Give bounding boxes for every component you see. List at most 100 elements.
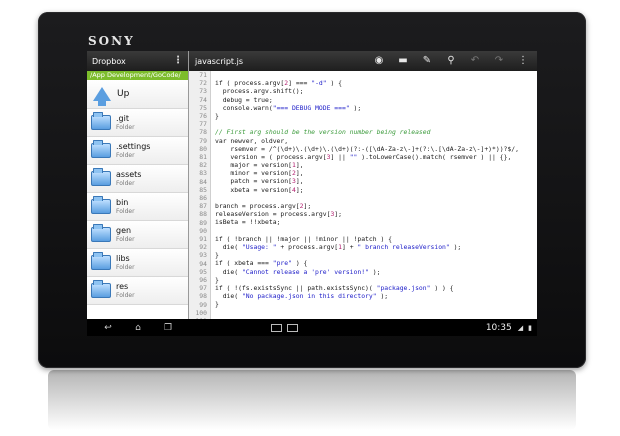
line-number: 90 (199, 226, 207, 235)
code-line[interactable]: } (215, 251, 537, 259)
list-item[interactable]: gen Folder (87, 221, 188, 249)
file-name: .git (116, 113, 129, 123)
quick-icons (271, 323, 303, 332)
tablet-reflection (48, 370, 576, 430)
recent-apps-icon[interactable]: ❐ (159, 323, 177, 333)
file-type: Folder (116, 263, 135, 271)
line-number: 98 (199, 292, 207, 301)
code-line[interactable] (215, 308, 537, 316)
code-line[interactable]: var newver, oldver, (215, 137, 537, 145)
editor-panel: javascript.js ◉ ▬ ✎ ⚲ ↶ ↷ ⋮ 71 72 73 74 75 76… (189, 51, 537, 319)
line-number: 82 (199, 161, 207, 170)
line-number: 77 (199, 120, 207, 129)
code-text[interactable]: if ( process.argv[2] === "-d" ) { proces… (211, 71, 537, 319)
line-number: 71 (199, 71, 207, 79)
battery-icon: ▮ (528, 323, 532, 332)
file-type: Folder (116, 235, 135, 243)
back-icon[interactable]: ↩ (99, 323, 117, 333)
line-number: 83 (199, 169, 207, 178)
up-arrow-icon (93, 87, 111, 106)
list-item[interactable]: assets Folder (87, 165, 188, 193)
line-number: 73 (199, 87, 207, 96)
code-line[interactable]: process.argv.shift(); (215, 87, 537, 95)
code-line[interactable]: die( "Usage: " + process.argv[1] + " bra… (215, 243, 537, 251)
file-panel: Dropbox ⋮ /App Development/GoCode/ Up .g… (87, 51, 189, 319)
line-number: 84 (199, 177, 207, 186)
file-panel-header: Dropbox ⋮ (87, 51, 188, 71)
overflow-menu-icon[interactable]: ⋮ (515, 56, 531, 66)
overflow-menu-icon[interactable]: ⋮ (173, 56, 183, 66)
code-line[interactable]: die( "Cannot release a 'pre' version!" )… (215, 268, 537, 276)
code-line[interactable]: minor = version[2], (215, 169, 537, 177)
code-line[interactable]: console.warn("=== DEBUG MODE ===" ); (215, 104, 537, 112)
up-label: Up (117, 89, 130, 99)
code-line[interactable]: if ( process.argv[2] === "-d" ) { (215, 79, 537, 87)
file-name: assets (116, 169, 142, 179)
file-type: Folder (116, 291, 135, 299)
line-number: 88 (199, 210, 207, 219)
tablet-screen: Dropbox ⋮ /App Development/GoCode/ Up .g… (87, 51, 537, 336)
line-number: 87 (199, 202, 207, 211)
code-line[interactable]: die( "No package.json in this directory"… (215, 292, 537, 300)
code-line[interactable]: branch = process.argv[2]; (215, 202, 537, 210)
eye-icon[interactable]: ◉ (371, 56, 387, 66)
file-type: Folder (116, 151, 135, 159)
breadcrumb: /App Development/GoCode/ (87, 71, 188, 80)
code-line[interactable] (215, 227, 537, 235)
file-type: Folder (116, 123, 135, 131)
screen-icon[interactable] (271, 323, 282, 332)
code-line[interactable]: } (215, 276, 537, 284)
file-name: libs (116, 253, 130, 263)
file-name: res (116, 281, 129, 291)
code-line[interactable]: isBeta = !!xbeta; (215, 218, 537, 226)
code-line[interactable]: xbeta = version[4]; (215, 186, 537, 194)
list-item[interactable]: libs Folder (87, 249, 188, 277)
list-item[interactable]: bin Folder (87, 193, 188, 221)
search-icon[interactable]: ⚲ (443, 56, 459, 66)
undo-icon[interactable]: ↶ (467, 56, 483, 66)
code-line[interactable]: rsemver = /^(\d+)\.(\d+)\.(\d+)(?:-([\dA… (215, 145, 537, 153)
code-line[interactable] (215, 194, 537, 202)
code-area[interactable]: 71 72 73 74 75 76 77 78 79 80 81 82 83 84 85 86 87 88 89 90… (189, 71, 537, 319)
line-number: 72 (199, 79, 207, 88)
line-number: 81 (199, 153, 207, 162)
list-item[interactable]: .git Folder (87, 109, 188, 137)
line-number: 94 (199, 259, 207, 268)
code-line[interactable]: if ( xbeta === "pre" ) { (215, 259, 537, 267)
code-line[interactable]: } (215, 300, 537, 308)
clock: 10:35 (485, 322, 512, 333)
list-item[interactable]: res Folder (87, 277, 188, 305)
line-number: 85 (199, 185, 207, 194)
list-item[interactable]: .settings Folder (87, 137, 188, 165)
line-number: 86 (199, 194, 207, 203)
folder-icon[interactable]: ▬ (395, 56, 411, 66)
code-line[interactable] (215, 120, 537, 128)
file-name: gen (116, 225, 132, 235)
code-line[interactable]: } (215, 112, 537, 120)
line-number: 93 (199, 251, 207, 260)
line-number: 99 (199, 300, 207, 309)
file-type: Folder (116, 207, 135, 215)
app-icon[interactable] (287, 323, 298, 332)
code-line[interactable] (215, 71, 537, 79)
line-number: 78 (199, 128, 207, 137)
file-panel-title: Dropbox (92, 56, 126, 66)
file-list: Up .git Folder .settings Folder assets Fold… (87, 80, 188, 305)
code-line[interactable]: if ( !(fs.existsSync || path.existsSync)… (215, 284, 537, 292)
code-line[interactable]: major = version[1], (215, 161, 537, 169)
up-item[interactable]: Up (87, 80, 188, 109)
line-number: 95 (199, 267, 207, 276)
folder-icon (91, 252, 111, 270)
line-number: 76 (199, 112, 207, 121)
code-line[interactable]: patch = version[3], (215, 177, 537, 185)
home-icon[interactable]: ⌂ (129, 323, 147, 333)
code-line[interactable]: if ( !branch || !major || !minor || !pat… (215, 235, 537, 243)
line-number: 89 (199, 218, 207, 227)
pencil-icon[interactable]: ✎ (419, 56, 435, 66)
line-number: 92 (199, 243, 207, 252)
code-line[interactable]: debug = true; (215, 96, 537, 104)
redo-icon[interactable]: ↷ (491, 56, 507, 66)
code-line[interactable]: // First arg should be the version numbe… (215, 128, 537, 136)
code-line[interactable]: version = ( process.argv[3] || "" ).toLo… (215, 153, 537, 161)
code-line[interactable]: releaseVersion = process.argv[3]; (215, 210, 537, 218)
